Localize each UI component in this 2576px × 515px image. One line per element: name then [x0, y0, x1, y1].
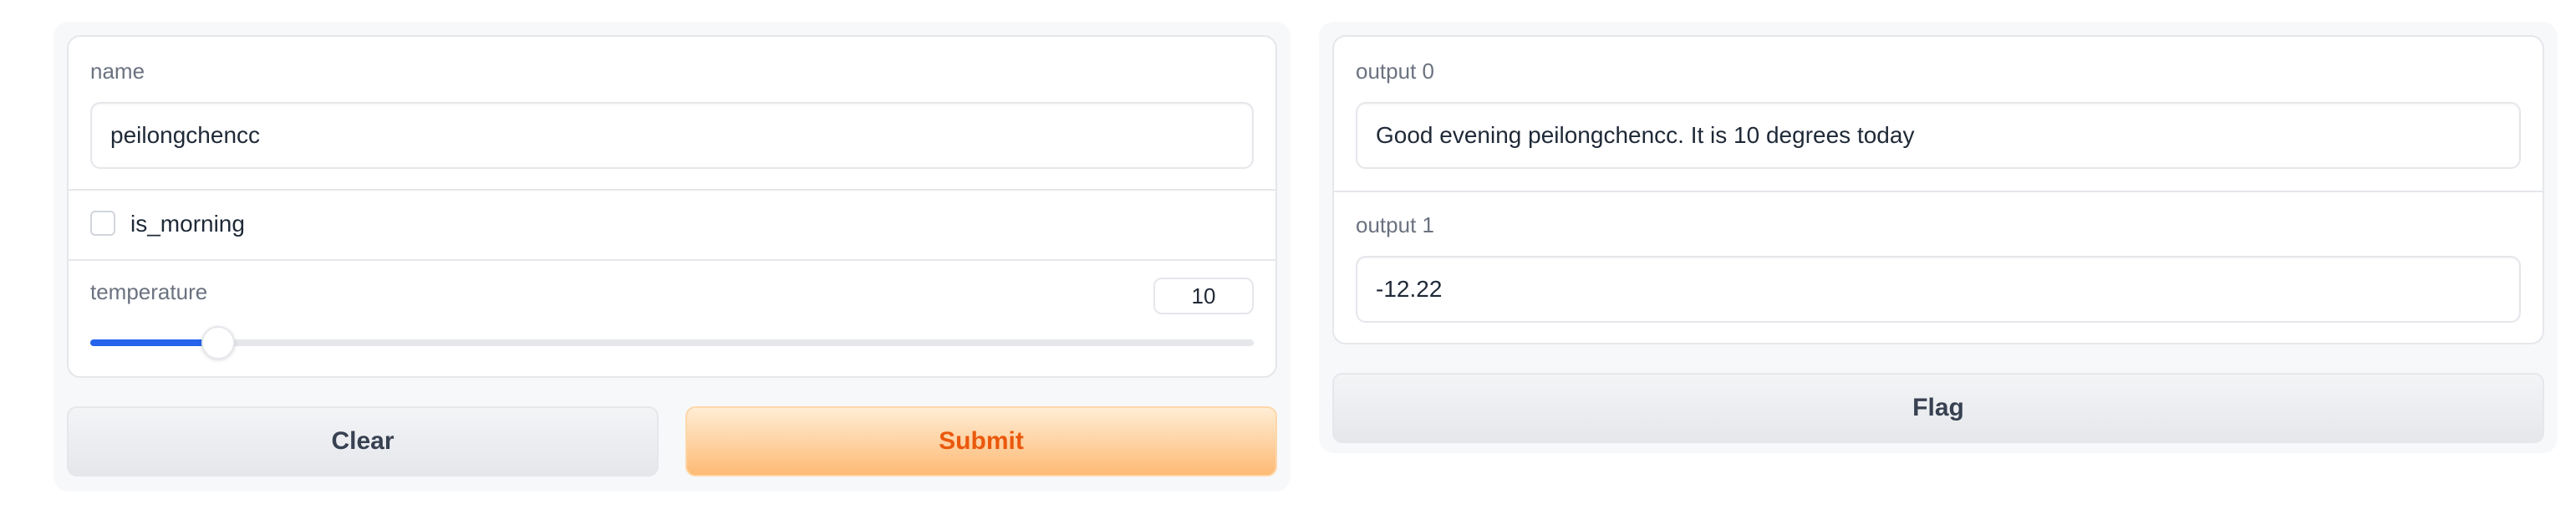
name-input[interactable]: peilongchencc	[90, 102, 1254, 169]
slider-thumb[interactable]	[201, 326, 236, 359]
name-label: name	[90, 59, 145, 84]
output1-block: output 1 -12.22	[1334, 191, 2543, 343]
is-morning-block: is_morning	[69, 189, 1275, 261]
input-column: name peilongchencc is_morning temperatur…	[53, 22, 1291, 492]
temperature-number-input[interactable]: 10	[1153, 278, 1254, 314]
output0-label: output 0	[1356, 59, 1434, 84]
temperature-slider[interactable]	[90, 326, 1254, 359]
output1-textbox[interactable]: -12.22	[1356, 256, 2521, 323]
output0-textbox[interactable]: Good evening peilongchencc. It is 10 deg…	[1356, 102, 2521, 169]
temperature-label: temperature	[90, 279, 208, 304]
output-column: output 0 Good evening peilongchencc. It …	[1319, 22, 2558, 453]
flag-button[interactable]: Flag	[1332, 373, 2544, 443]
name-block: name peilongchencc	[69, 37, 1275, 189]
output-panel: output 0 Good evening peilongchencc. It …	[1332, 35, 2544, 344]
is-morning-checkbox[interactable]	[90, 211, 115, 236]
output0-block: output 0 Good evening peilongchencc. It …	[1334, 37, 2543, 191]
is-morning-label: is_morning	[130, 211, 245, 237]
input-form: name peilongchencc is_morning temperatur…	[67, 35, 1277, 378]
clear-button[interactable]: Clear	[67, 406, 659, 477]
submit-button[interactable]: Submit	[685, 406, 1277, 477]
slider-fill	[90, 339, 219, 346]
output1-label: output 1	[1356, 212, 1434, 237]
temperature-block: temperature 10	[69, 259, 1275, 376]
